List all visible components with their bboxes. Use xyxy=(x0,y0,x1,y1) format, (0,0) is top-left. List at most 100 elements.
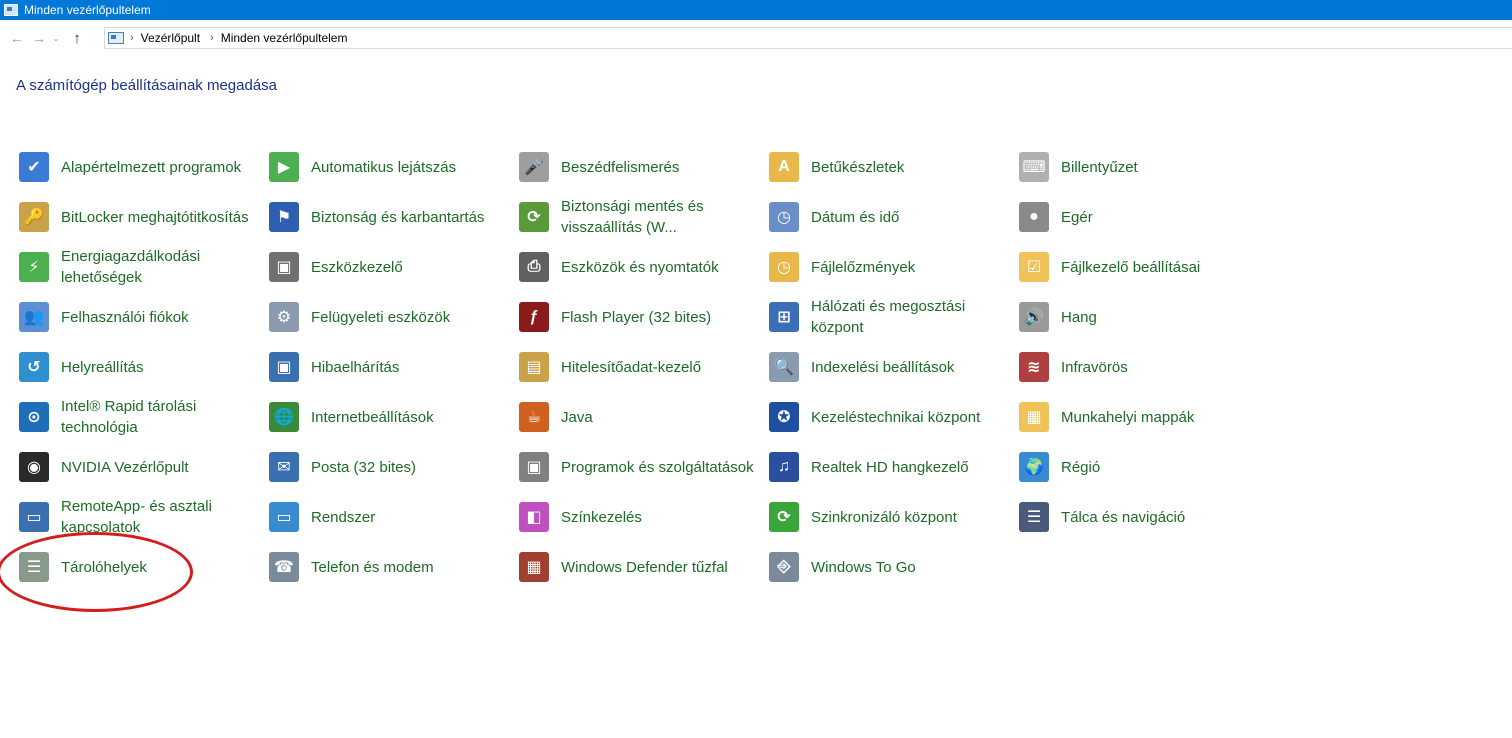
firewall-icon: ▦ xyxy=(517,550,551,584)
control-panel-item[interactable]: ↺ Helyreállítás xyxy=(16,342,266,392)
control-panel-item[interactable]: ▣ Eszközkezelő xyxy=(266,242,516,292)
icon-glyph: ⟳ xyxy=(519,202,549,232)
title-bar: Minden vezérlőpultelem xyxy=(0,0,1512,20)
icon-glyph: 🎤 xyxy=(519,152,549,182)
control-panel-item[interactable]: ▣ Hibaelhárítás xyxy=(266,342,516,392)
control-panel-item[interactable]: ▤ Hitelesítőadat-kezelő xyxy=(516,342,766,392)
control-panel-item[interactable]: ⎙ Eszközök és nyomtatók xyxy=(516,242,766,292)
control-panel-item[interactable]: ◷ Fájlelőzmények xyxy=(766,242,1016,292)
control-panel-item[interactable]: ◉ NVIDIA Vezérlőpult xyxy=(16,442,266,492)
control-panel-item[interactable]: ⚙ Felügyeleti eszközök xyxy=(266,292,516,342)
control-panel-item[interactable]: ⊙ Intel® Rapid tárolási technológia xyxy=(16,392,266,442)
control-panel-item[interactable]: ƒ Flash Player (32 bites) xyxy=(516,292,766,342)
credential-manager-icon: ▤ xyxy=(517,350,551,384)
icon-glyph: ⚙ xyxy=(269,302,299,332)
control-panel-item[interactable]: ≋ Infravörös xyxy=(1016,342,1266,392)
control-panel-item-label: Indexelési beállítások xyxy=(811,358,955,376)
sync-center-icon: ⟳ xyxy=(767,500,801,534)
icon-glyph: ⎆ xyxy=(769,552,799,582)
forward-button[interactable]: → xyxy=(28,27,50,49)
control-panel-item[interactable]: 🎤 Beszédfelismerés xyxy=(516,142,766,192)
fonts-icon: A xyxy=(767,150,801,184)
control-panel-item[interactable]: ◷ Dátum és idő xyxy=(766,192,1016,242)
nvidia-icon: ◉ xyxy=(17,450,51,484)
control-panel-item-label: Windows To Go xyxy=(811,558,916,576)
breadcrumb-all-items[interactable]: Minden vezérlőpultelem xyxy=(221,31,348,45)
icon-glyph: ▶ xyxy=(269,152,299,182)
recent-locations-button[interactable]: ⌄ xyxy=(50,27,62,49)
control-panel-item[interactable]: ☰ Tálca és navigáció xyxy=(1016,492,1266,542)
infrared-icon: ≋ xyxy=(1017,350,1051,384)
up-button[interactable]: ↑ xyxy=(66,27,88,49)
control-panel-item-label: Hálózati és megosztási központ xyxy=(811,298,966,336)
control-panel-item[interactable]: ▶ Automatikus lejátszás xyxy=(266,142,516,192)
phone-modem-icon: ☎ xyxy=(267,550,301,584)
control-panel-item[interactable]: ⊞ Hálózati és megosztási központ xyxy=(766,292,1016,342)
intel-rst-icon: ⊙ xyxy=(17,400,51,434)
control-panel-item[interactable]: ⟳ Szinkronizáló központ xyxy=(766,492,1016,542)
bitlocker-icon: 🔑 xyxy=(17,200,51,234)
control-panel-item-label: Hitelesítőadat-kezelő xyxy=(561,358,702,376)
control-panel-item[interactable]: 🔍 Indexelési beállítások xyxy=(766,342,1016,392)
control-panel-item[interactable]: 🔊 Hang xyxy=(1016,292,1266,342)
control-panel-item[interactable]: A Betűkészletek xyxy=(766,142,1016,192)
breadcrumb-control-panel[interactable]: Vezérlőpult xyxy=(141,31,200,45)
control-panel-item[interactable]: 🌐 Internetbeállítások xyxy=(266,392,516,442)
control-panel-item[interactable]: ▭ Rendszer xyxy=(266,492,516,542)
windows-to-go-icon: ⎆ xyxy=(767,550,801,584)
control-panel-item[interactable]: ▦ Munkahelyi mappák xyxy=(1016,392,1266,442)
control-panel-item-label: Biztonság és karbantartás xyxy=(311,208,485,226)
flag-icon: ⚑ xyxy=(267,200,301,234)
control-panel-item[interactable]: ⚑ Biztonság és karbantartás xyxy=(266,192,516,242)
power-options-icon: ⚡ xyxy=(17,250,51,284)
control-panel-item[interactable]: ✪ Kezeléstechnikai központ xyxy=(766,392,1016,442)
control-panel-item-label: Betűkészletek xyxy=(811,158,905,176)
icon-glyph: ↺ xyxy=(19,352,49,382)
control-panel-item-label: Kezeléstechnikai központ xyxy=(811,408,981,426)
control-panel-item-label: Dátum és idő xyxy=(811,208,900,226)
control-panel-item[interactable]: ▣ Programok és szolgáltatások xyxy=(516,442,766,492)
control-panel-item-label: Tálca és navigáció xyxy=(1061,508,1186,526)
control-panel-item[interactable]: ☕ Java xyxy=(516,392,766,442)
icon-glyph: ● xyxy=(1019,202,1049,232)
control-panel-item[interactable]: ♫ Realtek HD hangkezelő xyxy=(766,442,1016,492)
control-panel-item-label: Windows Defender tűzfal xyxy=(561,558,728,576)
control-panel-item[interactable]: ◧ Színkezelés xyxy=(516,492,766,542)
programs-features-icon: ▣ xyxy=(517,450,551,484)
control-panel-item-label: Java xyxy=(561,408,593,426)
control-panel-item[interactable]: ⎆ Windows To Go xyxy=(766,542,1016,592)
icon-glyph: ✉ xyxy=(269,452,299,482)
address-bar[interactable]: › Vezérlőpult › Minden vezérlőpultelem xyxy=(104,27,1512,49)
autoplay-icon: ▶ xyxy=(267,150,301,184)
control-panel-item[interactable]: ▭ RemoteApp- és asztali kapcsolatok xyxy=(16,492,266,542)
user-accounts-icon: 👥 xyxy=(17,300,51,334)
control-panel-item[interactable]: ☎ Telefon és modem xyxy=(266,542,516,592)
control-panel-item[interactable]: 🌍 Régió xyxy=(1016,442,1266,492)
control-panel-item-label: Hibaelhárítás xyxy=(311,358,400,376)
control-panel-icon xyxy=(4,4,18,16)
chevron-down-icon: ⌄ xyxy=(52,33,60,43)
control-panel-item[interactable]: ✉ Posta (32 bites) xyxy=(266,442,516,492)
control-panel-item-label: BitLocker meghajtótitkosítás xyxy=(61,208,249,226)
control-panel-item[interactable]: ▦ Windows Defender tűzfal xyxy=(516,542,766,592)
microphone-icon: 🎤 xyxy=(517,150,551,184)
control-panel-item[interactable]: ✔ Alapértelmezett programok xyxy=(16,142,266,192)
back-button[interactable]: ← xyxy=(6,27,28,49)
control-panel-item[interactable]: ⚡ Energiagazdálkodási lehetőségek xyxy=(16,242,266,292)
control-panel-item[interactable]: 👥 Felhasználói fiókok xyxy=(16,292,266,342)
icon-glyph: ▣ xyxy=(269,252,299,282)
control-panel-item[interactable]: ⟳ Biztonsági mentés és visszaállítás (W..… xyxy=(516,192,766,242)
control-panel-item[interactable]: ☰ Tárolóhelyek xyxy=(16,542,266,592)
icon-glyph: ⟳ xyxy=(769,502,799,532)
navigation-bar: ← → ⌄ ↑ › Vezérlőpult › Minden vezérlőpu… xyxy=(0,24,1512,52)
icon-glyph: ▦ xyxy=(1019,402,1049,432)
work-folders-icon: ▦ xyxy=(1017,400,1051,434)
keyboard-icon: ⌨ xyxy=(1017,150,1051,184)
control-panel-item[interactable]: ☑ Fájlkezelő beállításai xyxy=(1016,242,1266,292)
control-panel-item[interactable]: ● Egér xyxy=(1016,192,1266,242)
control-panel-item-label: Telefon és modem xyxy=(311,558,434,576)
icon-glyph: ☰ xyxy=(1019,502,1049,532)
control-panel-item[interactable]: 🔑 BitLocker meghajtótitkosítás xyxy=(16,192,266,242)
control-panel-item[interactable]: ⌨ Billentyűzet xyxy=(1016,142,1266,192)
control-panel-icon xyxy=(108,32,124,44)
